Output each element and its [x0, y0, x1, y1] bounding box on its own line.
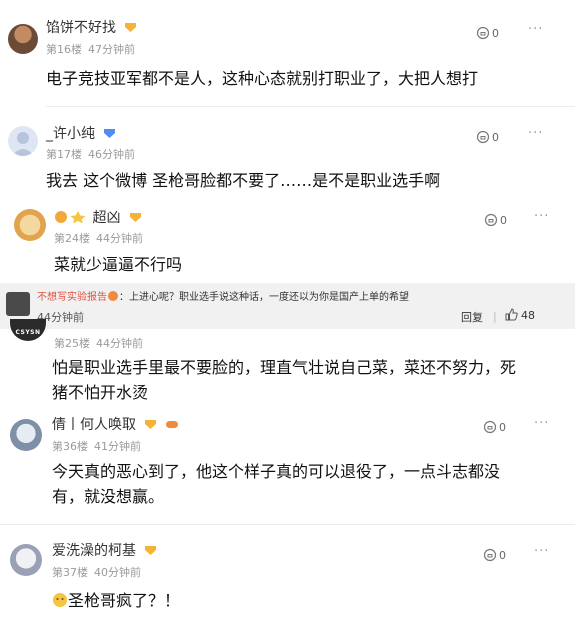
timestamp: 44分钟前	[96, 337, 143, 350]
like-button[interactable]: 0	[483, 420, 506, 434]
comment-text-line: 有，就没想赢。	[52, 487, 165, 506]
comment-text-line: 我去 这个微博 圣枪哥脸都不要了……是不是职业选手啊	[46, 171, 441, 190]
avatar[interactable]	[14, 209, 46, 241]
like-count: 0	[492, 131, 499, 144]
like-count: 0	[499, 549, 506, 562]
username-text[interactable]: 超凶	[92, 210, 120, 226]
comment-text: 电子竞技亚军都不是人，这种心态就别打职业了，大把人想打	[46, 66, 478, 91]
like-button[interactable]: 0	[483, 548, 506, 562]
more-options-button[interactable]: ···	[528, 126, 543, 141]
reply-content: ：上进心呢？职业选手说这种话，一度还以为你是国产上单的希望	[119, 292, 409, 303]
like-button[interactable]: 0	[476, 130, 499, 144]
timestamp: 41分钟前	[94, 440, 141, 453]
username[interactable]: 倩丨何人唤取	[52, 414, 179, 434]
comment-meta: 第17楼 46分钟前	[46, 146, 135, 162]
comment-text: 圣枪哥疯了？！	[52, 588, 180, 613]
username[interactable]: _许小纯	[46, 123, 116, 143]
timestamp: 46分钟前	[88, 148, 135, 161]
comment-item: 超凶 第24楼 44分钟前 0 ··· 菜就少逼逼不行吗	[0, 198, 575, 283]
avatar[interactable]	[8, 126, 38, 156]
emoji-icon	[53, 593, 67, 607]
divider	[46, 106, 575, 107]
like-icon	[483, 420, 497, 434]
like-icon	[476, 26, 490, 40]
username-text[interactable]: 馅饼不好找	[46, 20, 116, 36]
comment-meta: 第25楼 44分钟前	[54, 335, 143, 351]
vip-badge-icon	[145, 420, 157, 429]
username-text[interactable]: _许小纯	[46, 126, 95, 142]
comment-text-line: 菜就少逼逼不行吗	[54, 255, 183, 274]
default-avatar-icon	[12, 132, 34, 156]
comment-text-line: 怕是职业选手里最不要脸的，理直气壮说自己菜，菜还不努力，死	[52, 358, 517, 377]
like-button[interactable]: 48	[505, 308, 535, 322]
reply-button[interactable]: 回复	[461, 309, 483, 325]
comment-text: 怕是职业选手里最不要脸的，理直气壮说自己菜，菜还不努力，死 猪不怕开水烫	[52, 355, 516, 405]
like-icon	[483, 548, 497, 562]
like-icon	[476, 130, 490, 144]
floor-number: 第24楼	[54, 232, 90, 245]
like-count: 0	[492, 27, 499, 40]
comment-item: 馅饼不好找 第16楼 47分钟前 0 ··· 电子竞技亚军都不是人，这种心态就别打…	[0, 0, 575, 110]
like-count: 48	[521, 309, 535, 322]
comment-meta: 第36楼 41分钟前	[52, 438, 141, 454]
avatar[interactable]	[10, 419, 42, 451]
comment-item: 爱洗澡的柯基 第37楼 40分钟前 0 ··· 圣枪哥疯了？！	[0, 526, 575, 628]
comment-text: 菜就少逼逼不行吗	[54, 252, 182, 277]
vip-badge-icon	[145, 546, 157, 555]
comment-meta: 第37楼 40分钟前	[52, 564, 141, 580]
reply-preview-text: 不想写实验报告 ：上进心呢？职业选手说这种话，一度还以为你是国产上单的希望	[37, 288, 409, 303]
timestamp: 44分钟前	[96, 232, 143, 245]
vip-badge-icon	[125, 23, 137, 32]
floor-number: 第37楼	[52, 566, 88, 579]
comment-text: 我去 这个微博 圣枪哥脸都不要了……是不是职业选手啊	[46, 168, 440, 193]
comment-meta: 第24楼 44分钟前	[54, 230, 143, 246]
avatar[interactable]	[6, 292, 30, 316]
thumbs-up-icon	[505, 308, 518, 321]
comment-meta: 第16楼 47分钟前	[46, 41, 135, 57]
username[interactable]: 爱洗澡的柯基	[52, 540, 157, 560]
comment-item: CSYSN 第25楼 44分钟前 怕是职业选手里最不要脸的，理直气壮说自己菜，菜还…	[0, 319, 575, 405]
more-options-button[interactable]: ···	[534, 416, 549, 431]
like-count: 0	[500, 214, 507, 227]
comment-text-line: 今天真的恶心到了，他这个样子真的可以退役了，一点斗志都没	[52, 462, 501, 481]
comment-text-line: 猪不怕开水烫	[52, 383, 149, 402]
floor-number: 第25楼	[54, 337, 90, 350]
comment-item: _许小纯 第17楼 46分钟前 0 ··· 我去 这个微博 圣枪哥脸都不要了……是…	[0, 110, 575, 200]
divider	[0, 524, 575, 525]
more-options-button[interactable]: ···	[528, 22, 543, 37]
username[interactable]: 超凶	[54, 207, 142, 227]
timestamp: 40分钟前	[94, 566, 141, 579]
username-text[interactable]: 倩丨何人唤取	[52, 417, 136, 433]
reply-username[interactable]: 不想写实验报告	[37, 292, 107, 303]
floor-number: 第16楼	[46, 43, 82, 56]
like-count: 0	[499, 421, 506, 434]
comment-text-line: 电子竞技亚军都不是人，这种心态就别打职业了，大把人想打	[46, 69, 479, 88]
timestamp: 47分钟前	[88, 43, 135, 56]
vip-badge-icon	[104, 129, 116, 138]
reply-preview-bar[interactable]: 不想写实验报告 ：上进心呢？职业选手说这种话，一度还以为你是国产上单的希望 44分…	[0, 283, 575, 329]
avatar[interactable]	[10, 544, 42, 576]
badge-icon	[55, 211, 86, 224]
like-button[interactable]: 0	[476, 26, 499, 40]
comment-text: 今天真的恶心到了，他这个样子真的可以退役了，一点斗志都没 有，就没想赢。	[52, 459, 500, 509]
avatar-text: CSYSN	[15, 329, 41, 336]
comment-text-line: 圣枪哥疯了？！	[68, 591, 181, 610]
divider: |	[493, 310, 497, 323]
comment-item: 倩丨何人唤取 第36楼 41分钟前 0 ··· 今天真的恶心到了，他这个样子真的可…	[0, 404, 575, 526]
username-text[interactable]: 爱洗澡的柯基	[52, 543, 136, 559]
more-options-button[interactable]: ···	[534, 209, 549, 224]
like-icon	[484, 213, 498, 227]
floor-number: 第36楼	[52, 440, 88, 453]
avatar[interactable]: CSYSN	[10, 319, 46, 341]
avatar[interactable]	[8, 24, 38, 54]
more-options-button[interactable]: ···	[534, 544, 549, 559]
gamepad-icon	[165, 421, 178, 428]
vip-badge-icon	[129, 213, 141, 222]
like-button[interactable]: 0	[484, 213, 507, 227]
username[interactable]: 馅饼不好找	[46, 17, 137, 37]
badge-icon	[108, 291, 118, 301]
floor-number: 第17楼	[46, 148, 82, 161]
